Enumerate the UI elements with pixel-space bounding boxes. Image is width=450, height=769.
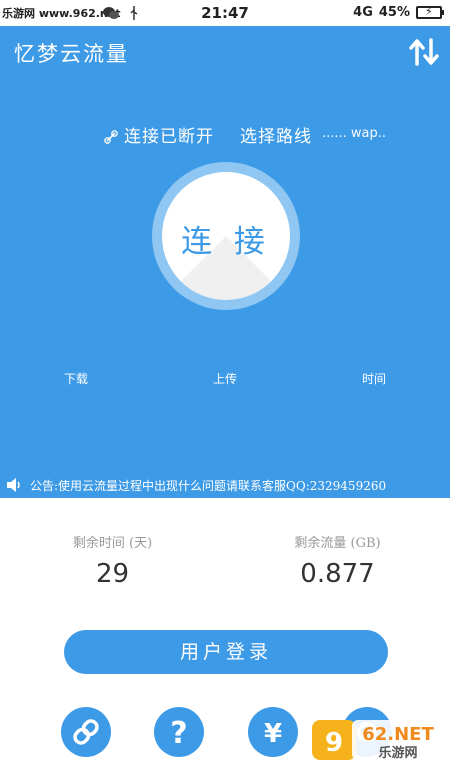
question-icon: ? bbox=[170, 716, 187, 751]
network-type: 4G bbox=[353, 5, 373, 20]
notice-text: 公告:使用云流量过程中出现什么问题请联系客服QQ:2329459260 bbox=[30, 479, 387, 493]
route-name[interactable]: ...... wap.. bbox=[322, 126, 442, 141]
remaining-traffic: 剩余流量 (GB) 0.877 bbox=[225, 532, 450, 589]
download-label: 下载 bbox=[64, 372, 89, 386]
select-route-link[interactable]: 选择路线 bbox=[240, 122, 312, 147]
remaining-time-label: 剩余时间 (天) bbox=[72, 536, 153, 551]
swap-arrows-icon bbox=[409, 38, 439, 66]
bottom-nav-recharge[interactable]: ¥ bbox=[248, 707, 298, 757]
time-label: 时间 bbox=[362, 372, 387, 386]
yen-icon: ¥ bbox=[264, 719, 282, 749]
connect-button[interactable]: 连 接 bbox=[162, 172, 290, 300]
svg-text:?: ? bbox=[170, 716, 187, 751]
remaining-traffic-value: 0.877 bbox=[300, 559, 375, 589]
app-title: 忆梦云流量 bbox=[14, 42, 129, 66]
status-bar: 乐游网 www.962.net 21:47 4G 45% ⚡ bbox=[0, 0, 450, 26]
battery-icon: ⚡ bbox=[416, 5, 444, 19]
remaining-time: 剩余时间 (天) 29 bbox=[0, 532, 225, 589]
svg-text:乐游网: 乐游网 bbox=[378, 745, 417, 761]
link-icon bbox=[104, 130, 118, 144]
notice-bar: 公告:使用云流量过程中出现什么问题请联系客服QQ:2329459260 bbox=[0, 472, 450, 498]
remaining-traffic-label: 剩余流量 (GB) bbox=[294, 536, 381, 551]
switch-button[interactable] bbox=[408, 36, 440, 68]
bottom-nav-link[interactable] bbox=[61, 707, 111, 757]
status-right: 4G 45% ⚡ bbox=[353, 5, 444, 20]
connect-label: 连 接 bbox=[181, 224, 271, 260]
hero-panel: 忆梦云流量 连接已断开 选择路线 ...... wap.. 连 接 下载 上传 … bbox=[0, 26, 450, 498]
remaining-time-value: 29 bbox=[95, 559, 130, 589]
svg-text:9: 9 bbox=[325, 728, 343, 758]
battery-percent: 45% bbox=[378, 5, 410, 20]
user-login-button[interactable]: 用户登录 bbox=[64, 630, 388, 674]
connection-status: 连接已断开 bbox=[124, 127, 214, 147]
svg-text:62.NET: 62.NET bbox=[362, 724, 434, 745]
svg-text:¥: ¥ bbox=[264, 719, 282, 749]
upload-label: 上传 bbox=[213, 372, 238, 386]
link-icon bbox=[73, 719, 99, 745]
bottom-nav-help[interactable]: ? bbox=[154, 707, 204, 757]
watermark-logo: 9 62.NET 乐游网 bbox=[312, 716, 444, 764]
speaker-icon bbox=[7, 478, 20, 492]
